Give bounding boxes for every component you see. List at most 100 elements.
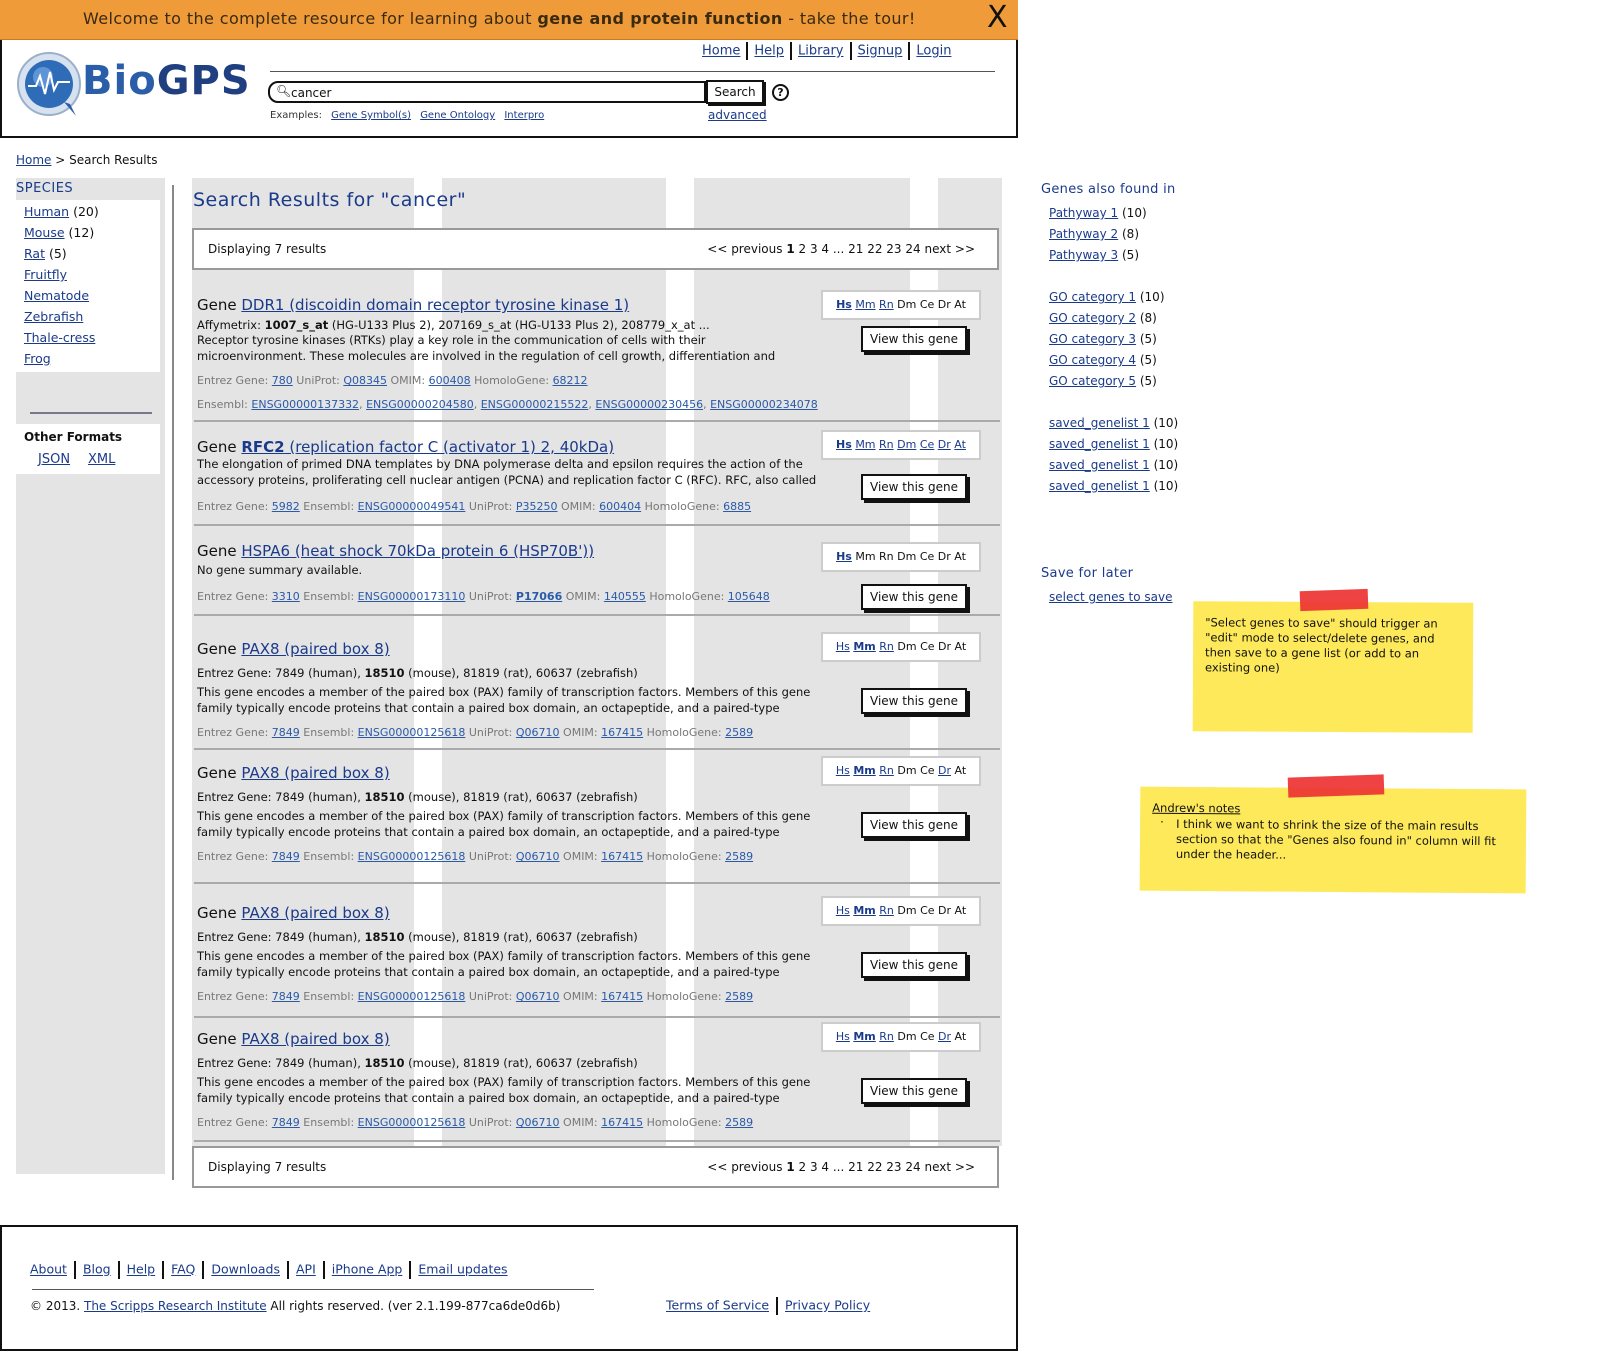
species-filter[interactable]: Hs Mm Rn Dm Ce Dr At: [821, 896, 981, 926]
nav-home-link[interactable]: Home: [702, 44, 740, 59]
format-json-link[interactable]: JSON: [38, 452, 70, 467]
genelist-link[interactable]: saved_genelist 1: [1049, 458, 1150, 472]
advanced-search-link[interactable]: advanced: [708, 108, 767, 122]
search-button[interactable]: Search: [706, 80, 764, 104]
gene-title-link[interactable]: HSPA6 (heat shock 70kDa protein 6 (HSP70…: [241, 542, 594, 560]
footer-blog-link[interactable]: Blog: [83, 1262, 111, 1277]
footer-help-link[interactable]: Help: [127, 1262, 156, 1277]
gene-title-link[interactable]: RFC2 (replication factor C (activator 1)…: [241, 438, 614, 456]
species-link[interactable]: Fruitfly: [24, 267, 67, 282]
go-category-link[interactable]: GO category 5: [1049, 374, 1136, 388]
pathway-link[interactable]: Pathyway 1: [1049, 206, 1118, 220]
gene-title: Gene PAX8 (paired box 8): [197, 764, 390, 782]
pathway-count: (5): [1118, 248, 1139, 262]
go-item: GO category 3 (5): [1049, 332, 1157, 346]
species-filter[interactable]: Hs Mm Rn Dm Ce Dr At: [821, 430, 981, 460]
gene-title-link[interactable]: PAX8 (paired box 8): [241, 1030, 389, 1048]
view-gene-button[interactable]: View this gene: [861, 584, 967, 610]
species-link[interactable]: Mouse: [24, 225, 65, 240]
pager-next[interactable]: next >>: [924, 242, 975, 256]
genelist-link[interactable]: saved_genelist 1: [1049, 416, 1150, 430]
nav-divider: [908, 42, 911, 60]
sticky-note-bullet: · I think we want to shrink the size of …: [1160, 815, 1515, 864]
genelist-link[interactable]: saved_genelist 1: [1049, 479, 1150, 493]
footer-divider: [73, 1261, 76, 1279]
pathway-item: Pathyway 1 (10): [1049, 206, 1147, 220]
search-input[interactable]: 🔍︎ cancer: [268, 81, 706, 103]
footer-divider: [202, 1261, 205, 1279]
pager-previous[interactable]: << previous: [707, 1160, 782, 1174]
example-gene-ontology-link[interactable]: Gene Ontology: [420, 110, 495, 121]
nav-help-link[interactable]: Help: [754, 44, 784, 59]
species-link[interactable]: Frog: [24, 351, 51, 366]
footer-iphone-app-link[interactable]: iPhone App: [332, 1262, 403, 1277]
footer-api-link[interactable]: API: [296, 1262, 316, 1277]
footer-faq-link[interactable]: FAQ: [171, 1262, 195, 1277]
example-interpro-link[interactable]: Interpro: [504, 110, 544, 121]
species-link[interactable]: Zebrafish: [24, 309, 83, 324]
species-link[interactable]: Nematode: [24, 288, 89, 303]
go-item: GO category 4 (5): [1049, 353, 1157, 367]
example-gene-symbol-link[interactable]: Gene Symbol(s): [331, 110, 411, 121]
species-filter[interactable]: Hs Mm Rn Dm Ce Dr At: [821, 542, 981, 572]
genelist-item: saved_genelist 1 (10): [1049, 479, 1178, 493]
pager-pages[interactable]: 2 3 4 ... 21 22 23 24: [799, 242, 921, 256]
go-category-link[interactable]: GO category 1: [1049, 290, 1136, 304]
pathway-link[interactable]: Pathyway 2: [1049, 227, 1118, 241]
genelist-count: (10): [1149, 437, 1179, 451]
pager-pages[interactable]: 2 3 4 ... 21 22 23 24: [799, 1160, 921, 1174]
nav-signup-link[interactable]: Signup: [858, 44, 903, 59]
go-category-link[interactable]: GO category 2: [1049, 311, 1136, 325]
note-tape: [1299, 588, 1369, 612]
select-genes-to-save-link[interactable]: select genes to save: [1049, 590, 1172, 604]
view-gene-button[interactable]: View this gene: [861, 812, 967, 838]
species-link[interactable]: Rat: [24, 246, 45, 261]
genelist-link[interactable]: saved_genelist 1: [1049, 437, 1150, 451]
pager-previous[interactable]: << previous: [707, 242, 782, 256]
footer-email-updates-link[interactable]: Email updates: [418, 1262, 507, 1277]
sticky-note-text: "Select genes to save" should trigger an…: [1204, 615, 1438, 675]
pathway-link[interactable]: Pathyway 3: [1049, 248, 1118, 262]
species-filter[interactable]: Hs Mm Rn Dm Ce Dr At: [821, 1022, 981, 1052]
gene-title-link[interactable]: PAX8 (paired box 8): [241, 640, 389, 658]
banner-close-icon[interactable]: X: [987, 2, 1008, 34]
scripps-link[interactable]: The Scripps Research Institute: [84, 1299, 267, 1313]
format-xml-link[interactable]: XML: [88, 452, 115, 467]
go-category-link[interactable]: GO category 3: [1049, 332, 1136, 346]
species-link[interactable]: Thale-cress: [24, 330, 95, 345]
species-filter[interactable]: Hs Mm Rn Dm Ce Dr At: [821, 632, 981, 662]
banner-message[interactable]: Welcome to the complete resource for lea…: [83, 9, 916, 28]
biogps-logo[interactable]: [16, 50, 86, 120]
go-count: (5): [1136, 374, 1157, 388]
species-filter[interactable]: Hs Mm Rn Dm Ce Dr At: [821, 756, 981, 786]
breadcrumb-home-link[interactable]: Home: [16, 153, 51, 167]
welcome-banner: Welcome to the complete resource for lea…: [0, 0, 1018, 40]
pager-next[interactable]: next >>: [924, 1160, 975, 1174]
go-item: GO category 2 (8): [1049, 311, 1157, 325]
gene-identifiers: Affymetrix: 1007_s_at (HG-U133 Plus 2), …: [197, 318, 710, 332]
nav-library-link[interactable]: Library: [798, 44, 843, 59]
nav-login-link[interactable]: Login: [916, 44, 951, 59]
genelist-item: saved_genelist 1 (10): [1049, 416, 1178, 430]
view-gene-button[interactable]: View this gene: [861, 474, 967, 500]
view-gene-button[interactable]: View this gene: [861, 952, 967, 978]
gene-title-link[interactable]: DDR1 (discoidin domain receptor tyrosine…: [241, 296, 629, 314]
species-filter[interactable]: Hs Mm Rn Dm Ce Dr At: [821, 290, 981, 320]
nav-divider: [746, 42, 749, 60]
view-gene-button[interactable]: View this gene: [861, 688, 967, 714]
results-title: Search Results for "cancer": [193, 189, 467, 211]
species-link[interactable]: Human: [24, 204, 69, 219]
footer-about-link[interactable]: About: [30, 1262, 67, 1277]
footer-downloads-link[interactable]: Downloads: [211, 1262, 280, 1277]
genelist-count: (10): [1149, 479, 1179, 493]
gene-title-link[interactable]: PAX8 (paired box 8): [241, 904, 389, 922]
help-icon[interactable]: ?: [772, 84, 789, 101]
privacy-policy-link[interactable]: Privacy Policy: [785, 1298, 870, 1313]
terms-of-service-link[interactable]: Terms of Service: [666, 1298, 769, 1313]
view-gene-button[interactable]: View this gene: [861, 326, 967, 352]
view-gene-button[interactable]: View this gene: [861, 1078, 967, 1104]
gene-result: Gene PAX8 (paired box 8) Entrez Gene: 784…: [194, 886, 1000, 1018]
gene-title-link[interactable]: PAX8 (paired box 8): [241, 764, 389, 782]
go-category-link[interactable]: GO category 4: [1049, 353, 1136, 367]
gene-crossrefs: Entrez Gene: 5982 Ensembl: ENSG000000495…: [197, 500, 752, 513]
